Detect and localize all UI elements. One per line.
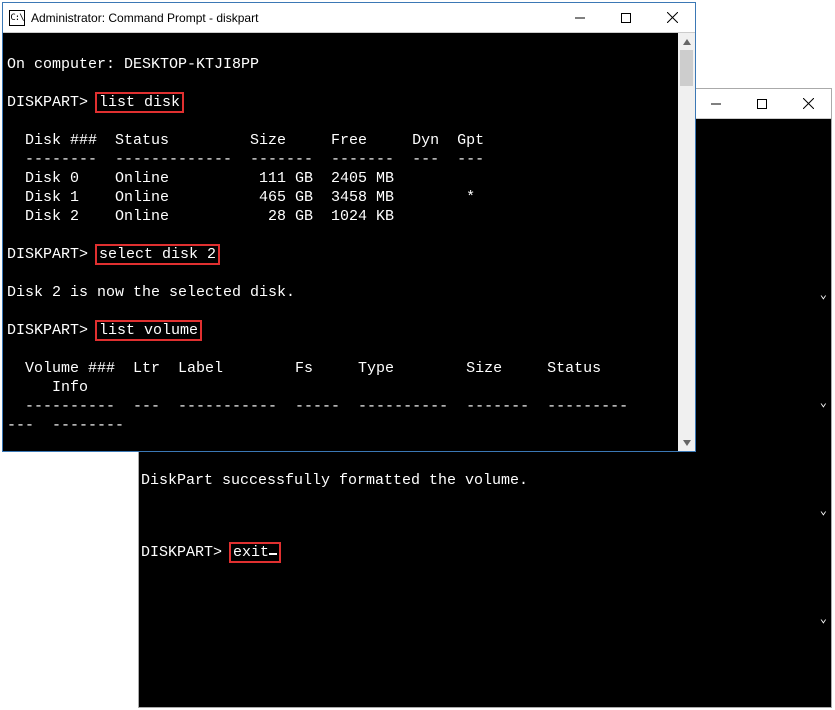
volume-table-header2: Info (7, 379, 88, 396)
terminal-line: On computer: DESKTOP-KTJI8PP (7, 56, 259, 73)
cmd-exit: exit (231, 544, 279, 561)
disk-table-header: Disk ### Status Size Free Dyn Gpt (7, 132, 484, 149)
cmd-select-disk: select disk 2 (97, 246, 218, 263)
minimize-button[interactable] (693, 89, 739, 118)
close-button[interactable] (785, 89, 831, 118)
disk-row: Disk 0 Online 111 GB 2405 MB (7, 170, 394, 187)
window-controls-front (557, 3, 695, 32)
close-button[interactable] (649, 3, 695, 32)
prompt: DISKPART> (7, 94, 88, 111)
prompt: DISKPART> (7, 322, 88, 339)
window-controls-back (693, 89, 831, 118)
maximize-button[interactable] (603, 3, 649, 32)
cmd-icon: C:\ (9, 10, 25, 26)
chevron-down-icon: ⌄ (769, 601, 827, 637)
scroll-down-icon[interactable] (678, 434, 695, 451)
cmd-list-volume: list volume (97, 322, 200, 339)
scroll-up-icon[interactable] (678, 33, 695, 50)
disk-row: Disk 1 Online 465 GB 3458 MB * (7, 189, 475, 206)
volume-table-sep: ---------- --- ----------- ----- -------… (7, 398, 628, 415)
chevron-down-icon: ⌄ (769, 493, 827, 529)
terminal-front: On computer: DESKTOP-KTJI8PP DISKPART> l… (3, 33, 695, 451)
volume-table-sep2: --- -------- (7, 417, 124, 434)
window-title-front: Administrator: Command Prompt - diskpart (31, 11, 557, 25)
titlebar-front: C:\ Administrator: Command Prompt - disk… (3, 3, 695, 33)
maximize-button[interactable] (739, 89, 785, 118)
cursor (269, 553, 277, 555)
scrollbar[interactable] (678, 33, 695, 451)
scrollbar-track[interactable] (678, 50, 695, 434)
cmd-list-disk: list disk (97, 94, 182, 111)
terminal-back-right-strip: ⌄ ⌄ ⌄ ⌄ ⌄ ⌄ ⌄ ⌄ ⌄ (679, 149, 831, 707)
disk-table-sep: -------- ------------- ------- ------- -… (7, 151, 484, 168)
terminal-line: Disk 2 is now the selected disk. (7, 284, 295, 301)
volume-table-header: Volume ### Ltr Label Fs Type Size Status (7, 360, 601, 377)
chevron-down-icon: ⌄ (769, 277, 827, 313)
prompt: DISKPART> (7, 246, 88, 263)
scrollbar-thumb[interactable] (680, 50, 693, 86)
disk-row: Disk 2 Online 28 GB 1024 KB (7, 208, 394, 225)
back-chevrons: ⌄ ⌄ ⌄ ⌄ ⌄ ⌄ ⌄ ⌄ ⌄ (769, 205, 827, 707)
chevron-down-icon: ⌄ (769, 385, 827, 421)
cmd-window-front: C:\ Administrator: Command Prompt - disk… (2, 2, 696, 452)
minimize-button[interactable] (557, 3, 603, 32)
